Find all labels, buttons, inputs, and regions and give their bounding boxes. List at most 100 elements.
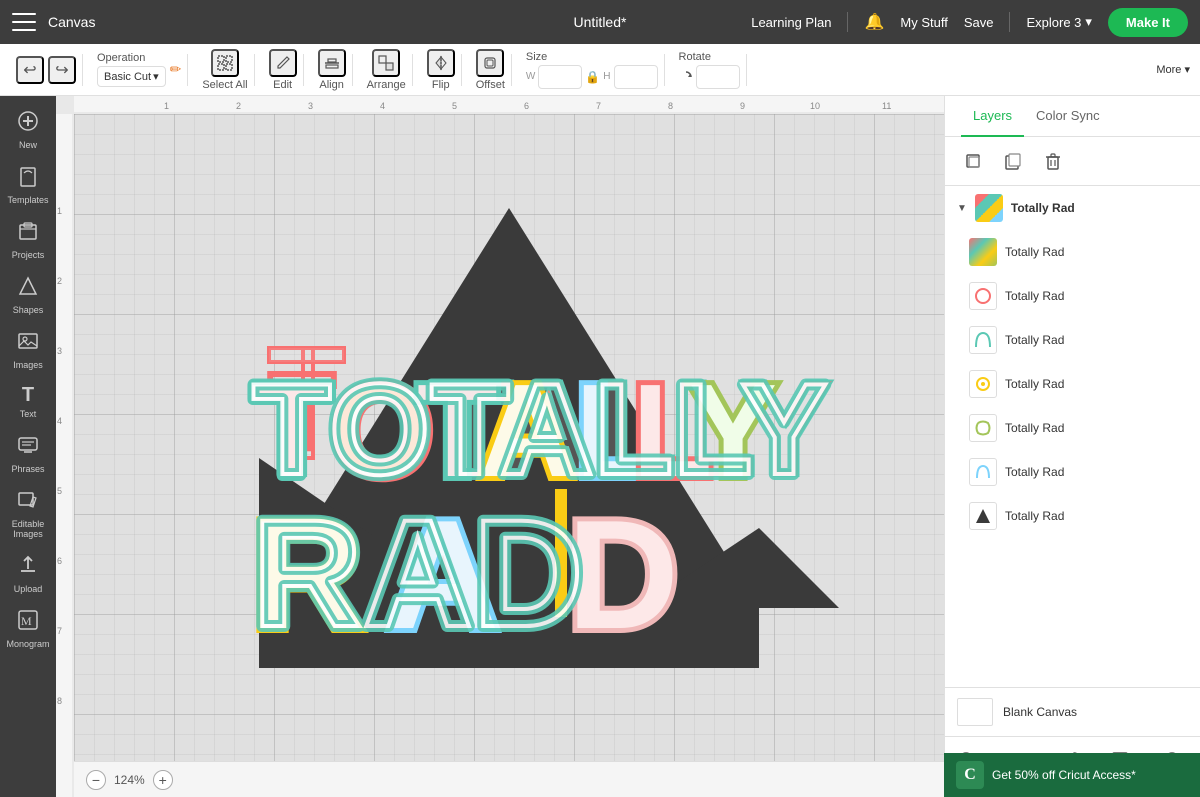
divider1 xyxy=(847,12,848,32)
offset-button[interactable] xyxy=(476,49,504,77)
arrange-button[interactable] xyxy=(372,49,400,77)
text-label: Text xyxy=(20,410,37,420)
monogram-label: Monogram xyxy=(6,640,49,650)
bell-icon[interactable]: 🔔 xyxy=(864,12,884,32)
select-all-label: Select All xyxy=(202,79,247,91)
layer-name-7: Totally Rad xyxy=(1005,509,1188,523)
svg-text:9: 9 xyxy=(740,101,745,111)
svg-text:D: D xyxy=(567,488,679,661)
layer-thumb-2 xyxy=(969,282,997,310)
copy-button[interactable] xyxy=(997,145,1029,177)
layer-item-5[interactable]: Totally Rad xyxy=(945,406,1200,450)
size-group: Size W 🔒 H xyxy=(520,54,665,86)
canvas-content[interactable]: T TOTALLY TOTALLY TOTALLY T T O O T T xyxy=(74,114,944,761)
projects-label: Projects xyxy=(12,251,45,261)
zoom-value: 124% xyxy=(114,773,145,787)
edit-pencil-icon[interactable]: ✏ xyxy=(170,61,182,78)
promo-bar[interactable]: C Get 50% off Cricut Access* xyxy=(944,753,1200,797)
sidebar-item-new[interactable]: New xyxy=(3,104,53,157)
editable-images-label: Editable Images xyxy=(7,520,49,540)
lock-icon: 🔒 xyxy=(585,70,600,84)
select-all-group: Select All xyxy=(196,54,254,86)
svg-text:4: 4 xyxy=(57,416,62,426)
right-panel: Layers Color Sync ▼ Totally Rad xyxy=(944,96,1200,797)
tab-layers[interactable]: Layers xyxy=(961,96,1024,137)
menu-button[interactable] xyxy=(12,13,36,31)
phrases-icon xyxy=(17,434,39,462)
save-button[interactable]: Save xyxy=(964,15,994,30)
panel-footer: Blank Canvas xyxy=(945,687,1200,736)
ruler-vertical: 1 2 3 4 5 6 7 8 xyxy=(56,114,74,797)
layer-item-6[interactable]: Totally Rad xyxy=(945,450,1200,494)
layer-name-3: Totally Rad xyxy=(1005,333,1188,347)
layer-item-4[interactable]: Totally Rad xyxy=(945,362,1200,406)
layer-item-1[interactable]: Totally Rad xyxy=(945,230,1200,274)
sidebar-item-phrases[interactable]: Phrases xyxy=(3,428,53,481)
canvas-footer: − 124% + xyxy=(74,761,944,797)
images-label: Images xyxy=(13,361,43,371)
layer-item-7[interactable]: Totally Rad xyxy=(945,494,1200,538)
makeit-button[interactable]: Make It xyxy=(1108,8,1188,37)
delete-button[interactable] xyxy=(1037,145,1069,177)
layer-thumb-1 xyxy=(969,238,997,266)
flip-button[interactable] xyxy=(427,49,455,77)
layer-group-thumb xyxy=(975,194,1003,222)
align-group: Align xyxy=(312,54,353,86)
svg-text:M: M xyxy=(21,614,32,628)
sidebar-item-images[interactable]: Images xyxy=(3,324,53,377)
shapes-icon xyxy=(17,275,39,303)
svg-text:6: 6 xyxy=(57,556,62,566)
mystuff-button[interactable]: My Stuff xyxy=(900,15,947,30)
select-all-button[interactable] xyxy=(211,49,239,77)
arrange-label: Arrange xyxy=(367,79,406,91)
svg-text:TOTALLY: TOTALLY xyxy=(252,356,827,502)
tab-color-sync[interactable]: Color Sync xyxy=(1024,96,1112,137)
learning-plan-link[interactable]: Learning Plan xyxy=(751,15,831,30)
layer-thumb-4 xyxy=(969,370,997,398)
layer-name-4: Totally Rad xyxy=(1005,377,1188,391)
layer-name-6: Totally Rad xyxy=(1005,465,1188,479)
promo-icon: C xyxy=(956,761,984,789)
layer-thumb-3 xyxy=(969,326,997,354)
svg-text:5: 5 xyxy=(57,486,62,496)
explore-dropdown[interactable]: Explore 3 ▾ xyxy=(1026,14,1091,30)
layer-thumb-7 xyxy=(969,502,997,530)
sidebar-item-templates[interactable]: Templates xyxy=(3,159,53,212)
operation-value: Basic Cut xyxy=(104,71,151,83)
redo-button[interactable]: ↪ xyxy=(48,56,76,84)
svg-text:10: 10 xyxy=(810,101,820,111)
sidebar-item-text[interactable]: T Text xyxy=(3,378,53,426)
sidebar-item-monogram[interactable]: M Monogram xyxy=(3,603,53,656)
more-button[interactable]: More ▾ xyxy=(1156,64,1190,76)
ruler-horizontal: 1 2 3 4 5 6 7 8 9 10 11 xyxy=(74,96,944,114)
rotate-group: Rotate xyxy=(673,54,747,86)
sidebar-item-shapes[interactable]: Shapes xyxy=(3,269,53,322)
undo-button[interactable]: ↩ xyxy=(16,56,44,84)
design-artwork: T TOTALLY TOTALLY TOTALLY T T O O T T xyxy=(179,178,839,698)
duplicate-button[interactable] xyxy=(957,145,989,177)
new-icon xyxy=(17,110,39,138)
sidebar-item-editable-images[interactable]: Editable Images xyxy=(3,483,53,546)
layer-item-3[interactable]: Totally Rad xyxy=(945,318,1200,362)
projects-icon xyxy=(17,220,39,248)
rotate-label: Rotate xyxy=(679,51,740,63)
zoom-minus-button[interactable]: − xyxy=(86,770,106,790)
operation-select[interactable]: Basic Cut ▾ xyxy=(97,66,166,87)
sidebar-item-upload[interactable]: Upload xyxy=(3,548,53,601)
svg-text:3: 3 xyxy=(308,101,313,111)
sidebar-item-projects[interactable]: Projects xyxy=(3,214,53,267)
layer-thumb-5 xyxy=(969,414,997,442)
align-button[interactable] xyxy=(318,49,346,77)
zoom-plus-button[interactable]: + xyxy=(153,770,173,790)
layer-item-2[interactable]: Totally Rad xyxy=(945,274,1200,318)
offset-group: Offset xyxy=(470,54,512,86)
edit-button[interactable] xyxy=(269,49,297,77)
flip-group: Flip xyxy=(421,54,462,86)
size-height-input[interactable] xyxy=(614,65,658,89)
templates-icon xyxy=(17,165,39,193)
svg-text:11: 11 xyxy=(882,101,891,111)
size-width-input[interactable] xyxy=(538,65,582,89)
rotate-input[interactable] xyxy=(696,65,740,89)
upload-label: Upload xyxy=(14,585,43,595)
layer-group-header[interactable]: ▼ Totally Rad xyxy=(945,186,1200,230)
